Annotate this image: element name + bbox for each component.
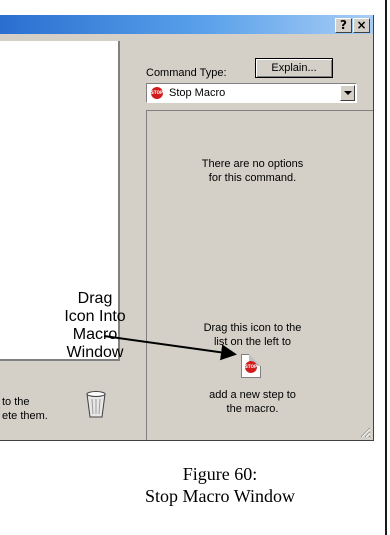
command-type-select[interactable]: STOP Stop Macro: [146, 83, 357, 103]
stop-sign-icon: STOP: [245, 361, 257, 373]
help-button[interactable]: ?: [335, 18, 352, 33]
explain-button-label: Explain...: [271, 62, 317, 74]
drag-instruction-text: Drag this icon to the list on the left t…: [203, 322, 302, 348]
trash-instruction-text: to the ete them.: [2, 396, 48, 422]
figure-caption: Figure 60: Stop Macro Window: [120, 463, 320, 507]
add-step-text: add a new step to the macro.: [209, 389, 296, 415]
figure-title: Stop Macro Window: [145, 486, 295, 506]
close-button[interactable]: ×: [353, 18, 370, 33]
title-bar: ? ×: [0, 15, 373, 34]
callout-label: Drag Icon Into Macro Window: [64, 290, 126, 361]
draggable-step-icon[interactable]: STOP: [241, 354, 261, 378]
command-type-label: Command Type:: [146, 67, 227, 79]
resize-grip-icon[interactable]: [359, 426, 371, 438]
macro-dialog: ? × Command Type: Explain... STOP Stop M…: [0, 15, 374, 441]
dropdown-arrow-icon[interactable]: [340, 85, 355, 101]
recycle-bin-icon[interactable]: [84, 390, 108, 418]
command-type-value: Stop Macro: [169, 87, 226, 99]
figure-number: Figure 60:: [182, 464, 258, 484]
explain-button[interactable]: Explain...: [255, 58, 333, 78]
stop-sign-icon: STOP: [151, 87, 163, 99]
close-icon: ×: [356, 18, 367, 32]
help-icon: ?: [340, 18, 347, 32]
no-options-text: There are no options for this command.: [201, 158, 304, 184]
command-options-panel: There are no options for this command. D…: [146, 110, 373, 440]
